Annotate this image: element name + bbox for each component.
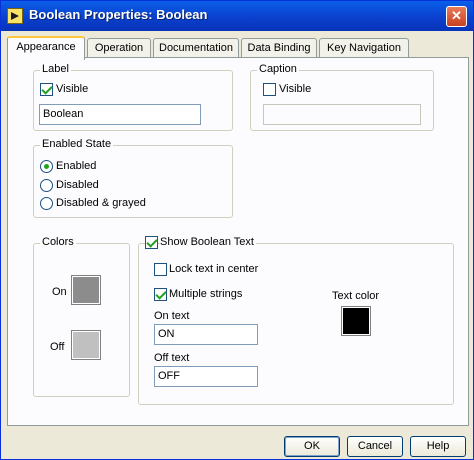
show-boolean-text-label: Show Boolean Text — [160, 236, 256, 248]
label-text-field[interactable]: Boolean — [39, 104, 201, 125]
enabled-state-title: Enabled State — [40, 138, 114, 150]
colors-group: Colors — [33, 236, 130, 397]
radio-disabled[interactable] — [40, 179, 53, 192]
off-text-label: Off text — [154, 352, 190, 364]
on-text-label: On text — [154, 310, 190, 322]
ok-button[interactable]: OK — [284, 436, 340, 457]
help-button[interactable]: Help — [410, 436, 466, 457]
caption-text-field[interactable] — [263, 104, 421, 125]
close-window-button[interactable]: ✕ — [446, 6, 467, 27]
on-color-label: On — [52, 286, 67, 298]
off-color-label: Off — [50, 341, 65, 353]
on-color-swatch[interactable] — [72, 276, 100, 304]
lock-text-center-label: Lock text in center — [169, 263, 259, 275]
multiple-strings-label: Multiple strings — [169, 288, 243, 300]
tab-documentation[interactable]: Documentation — [153, 38, 239, 58]
labview-app-icon — [7, 8, 23, 24]
properties-dialog: Boolean Properties: Boolean ✕ Appearance… — [0, 0, 474, 460]
radio-enabled-label: Enabled — [56, 160, 97, 172]
text-color-label: Text color — [332, 290, 380, 302]
on-text-field[interactable]: ON — [154, 324, 258, 345]
tab-operation[interactable]: Operation — [87, 38, 151, 58]
caption-visible-label: Visible — [279, 83, 312, 95]
lock-text-center-checkbox[interactable] — [154, 263, 167, 276]
tab-key-navigation[interactable]: Key Navigation — [319, 38, 409, 58]
label-visible-checkbox[interactable] — [40, 83, 53, 96]
close-icon: ✕ — [451, 8, 462, 23]
caption-visible-checkbox[interactable] — [263, 83, 276, 96]
show-boolean-text-checkbox[interactable] — [145, 236, 158, 249]
tab-appearance[interactable]: Appearance — [7, 36, 85, 60]
appearance-panel: Label Visible Boolean Caption Visible En… — [7, 57, 469, 426]
title-bar[interactable]: Boolean Properties: Boolean ✕ — [1, 1, 473, 31]
multiple-strings-checkbox[interactable] — [154, 288, 167, 301]
cancel-button[interactable]: Cancel — [347, 436, 403, 457]
radio-enabled[interactable] — [40, 160, 53, 173]
off-text-field[interactable]: OFF — [154, 366, 258, 387]
colors-group-title: Colors — [40, 236, 76, 248]
label-visible-label: Visible — [56, 83, 89, 95]
text-color-swatch[interactable] — [342, 307, 370, 335]
label-group-title: Label — [40, 63, 71, 75]
window-title: Boolean Properties: Boolean — [29, 7, 208, 22]
off-color-swatch[interactable] — [72, 331, 100, 359]
radio-disabled-label: Disabled — [56, 179, 99, 191]
radio-disabled-grayed-label: Disabled & grayed — [56, 197, 146, 209]
radio-disabled-grayed[interactable] — [40, 197, 53, 210]
caption-group-title: Caption — [257, 63, 299, 75]
tab-data-binding[interactable]: Data Binding — [241, 38, 317, 58]
